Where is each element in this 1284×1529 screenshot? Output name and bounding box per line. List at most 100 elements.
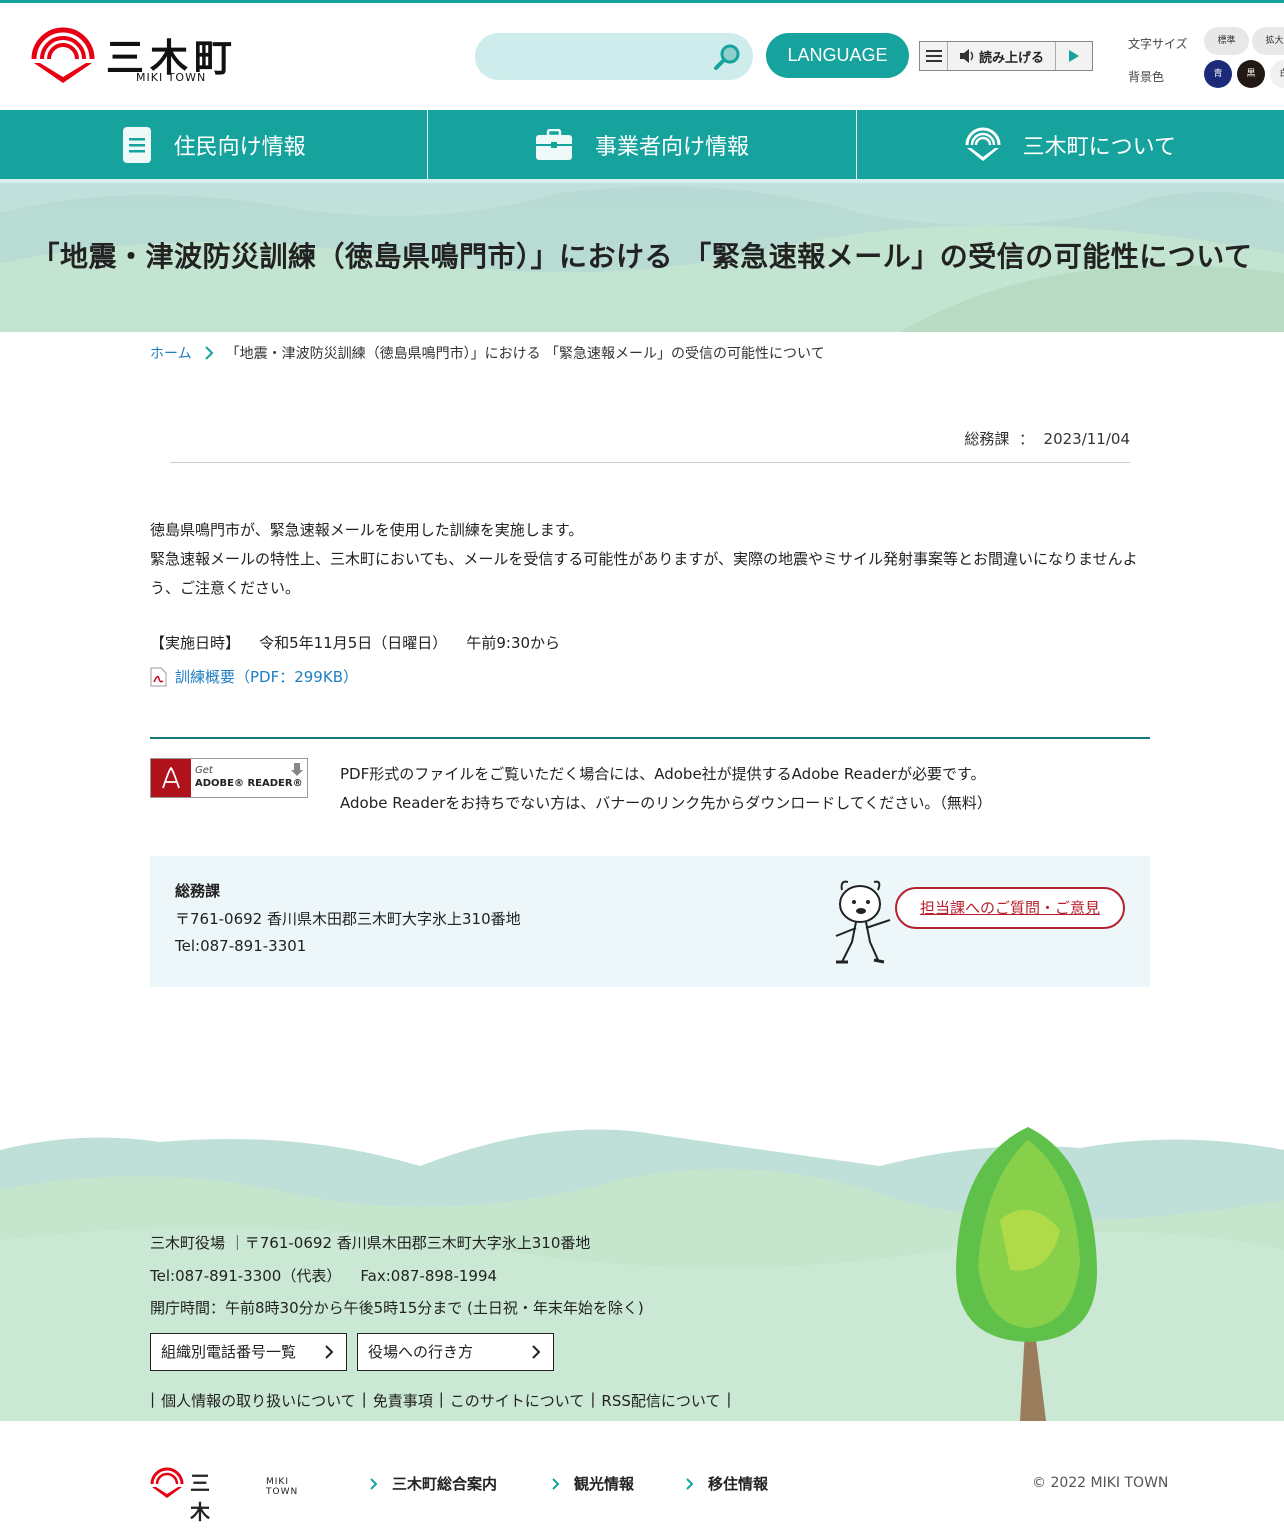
download-arrow-icon (291, 763, 303, 776)
language-button[interactable]: LANGUAGE (766, 33, 909, 78)
pdf-attachment: 訓練概要（PDF：299KB） (150, 666, 358, 687)
play-icon[interactable] (1056, 42, 1092, 70)
font-size-large-button[interactable]: 拡大 (1252, 27, 1284, 55)
contact-department: 総務課 (175, 882, 221, 900)
page-hero: 「地震・津波防災訓練（徳島県鳴門市）」における 「緊急速報メール」の受信の可能性… (0, 183, 1284, 332)
link-separator: | (590, 1390, 596, 1408)
town-emblem-icon (31, 27, 95, 83)
site-logo[interactable]: 三木町 MIKI TOWN (30, 25, 245, 87)
page-title: 「地震・津波防災訓練（徳島県鳴門市）」における 「緊急速報メール」の受信の可能性… (31, 240, 1253, 273)
adobe-reader-banner[interactable]: Get ADOBE® READER® (150, 758, 308, 798)
nav-label-about: 三木町について (1022, 134, 1176, 160)
publish-date: 2023/11/04 (1043, 430, 1130, 448)
footer-logo-subtext: MIKI TOWN (266, 1477, 299, 1497)
chevron-right-icon (686, 1477, 694, 1490)
footer-bottom-link-guide[interactable]: 三木町総合案内 (370, 1473, 497, 1494)
footer-access-button[interactable]: 役場への行き方 (357, 1333, 554, 1371)
pdf-download-link[interactable]: 訓練概要（PDF：299KB） (175, 666, 358, 687)
department-label: 総務課 (964, 430, 1010, 448)
link-separator: | (726, 1390, 732, 1408)
footer-bottom-bar: 三木町 MIKI TOWN 三木町総合案内 観光情報 移住情報 © 2022 M… (0, 1421, 1284, 1529)
event-date-value: 令和5年11月5日（日曜日） (259, 634, 448, 652)
footer-button-label: 組織別電話番号一覧 (161, 1343, 297, 1361)
adobe-get-label: Get (195, 765, 213, 776)
body-paragraph: 徳島県鳴門市が、緊急速報メールを使用した訓練を実施します。 (150, 521, 584, 539)
global-nav: 住民向け情報 事業者向け情報 三木町について (0, 110, 1284, 179)
read-aloud-bar: 読み上げる (919, 41, 1093, 71)
bg-black-button[interactable]: 黒 (1237, 60, 1265, 88)
meta-separator: ： (1014, 430, 1039, 448)
footer-link-disclaimer[interactable]: 免責事項 (373, 1390, 433, 1411)
breadcrumb: ホーム 「地震・津波防災訓練（徳島県鳴門市）」における 「緊急速報メール」の受信… (150, 343, 825, 363)
briefcase-icon (535, 128, 572, 160)
footer-link-about-site[interactable]: このサイトについて (450, 1390, 585, 1411)
link-separator: | (438, 1390, 444, 1408)
footer-link-list: | 個人情報の取り扱いについて | 免責事項 | このサイトについて | RSS… (150, 1390, 731, 1411)
chevron-right-icon (532, 1345, 541, 1359)
event-time-value: 午前9:30から (466, 634, 561, 652)
article-body: 徳島県鳴門市が、緊急速報メールを使用した訓練を実施します。 緊急速報メールの特性… (150, 516, 1150, 603)
footer-fax: Fax:087-898-1994 (360, 1267, 498, 1285)
speaker-icon (959, 49, 974, 63)
body-paragraph: 緊急速報メールの特性上、三木町においても、メールを受信する可能性がありますが、実… (150, 550, 1138, 597)
breadcrumb-current: 「地震・津波防災訓練（徳島県鳴門市）」における 「緊急速報メール」の受信の可能性… (225, 346, 825, 362)
read-aloud-label: 読み上げる (978, 50, 1044, 66)
footer-address: 三木町役場 ｜〒761-0692 香川県木田郡三木町大字氷上310番地 (150, 1234, 591, 1252)
chevron-right-icon (325, 1345, 334, 1359)
adobe-notice-line: PDF形式のファイルをご覧いただく場合には、Adobe社が提供するAdobe R… (340, 765, 986, 783)
footer-landscape (0, 1100, 1284, 1421)
search-icon[interactable] (711, 41, 743, 73)
footer-bottom-link-relocation[interactable]: 移住情報 (686, 1473, 768, 1494)
nav-label-business: 事業者向け情報 (594, 134, 749, 160)
search-input[interactable] (475, 33, 753, 80)
pdf-icon (150, 667, 167, 686)
chevron-right-icon (370, 1477, 378, 1490)
bg-blue-button[interactable]: 青 (1204, 60, 1232, 88)
copyright: © 2022 MIKI TOWN (1032, 1475, 1169, 1491)
adobe-name-label: ADOBE® READER® (195, 778, 303, 789)
bg-white-button[interactable]: 白 (1270, 60, 1284, 88)
article-meta: 総務課 ： 2023/11/04 (170, 428, 1130, 449)
contact-tel: Tel:087-891-3301 (175, 937, 307, 955)
footer-bottom-link-tourism[interactable]: 観光情報 (552, 1473, 634, 1494)
footer-logo-text: 三木町 (190, 1471, 214, 1524)
footer-bottom-link-label: 三木町総合案内 (392, 1475, 498, 1493)
footer-bottom-link-label: 観光情報 (574, 1475, 635, 1493)
nav-item-business[interactable]: 事業者向け情報 (428, 110, 857, 179)
footer-button-label: 役場への行き方 (368, 1343, 474, 1361)
nav-item-about[interactable]: 三木町について (857, 110, 1284, 179)
nav-item-residents[interactable]: 住民向け情報 (0, 110, 429, 179)
footer-link-privacy[interactable]: 個人情報の取り扱いについて (161, 1390, 356, 1411)
read-aloud-button[interactable]: 読み上げる (948, 42, 1056, 70)
contact-inquiry-button[interactable]: 担当課へのご質問・ご意見 (895, 887, 1125, 929)
section-divider (150, 737, 1150, 739)
bg-color-label: 背景色 (1128, 70, 1165, 84)
event-date-label: 【実施日時】 (150, 634, 241, 652)
logo-subtext: MIKI TOWN (136, 71, 207, 84)
contact-box: 総務課 〒761-0692 香川県木田郡三木町大字氷上310番地 Tel:087… (150, 856, 1150, 987)
menu-icon[interactable] (920, 42, 948, 70)
font-size-standard-button[interactable]: 標準 (1204, 27, 1249, 55)
meta-divider (170, 462, 1130, 463)
document-icon (122, 126, 151, 163)
town-emblem-icon (965, 127, 1001, 161)
footer-hours: 開庁時間：午前8時30分から午後5時15分まで (土日祝・年末年始を除く) (150, 1299, 644, 1317)
event-date: 【実施日時】 令和5年11月5日（日曜日） 午前9:30から (150, 632, 560, 653)
mascot-character-icon (835, 880, 891, 964)
footer-phone-list-button[interactable]: 組織別電話番号一覧 (150, 1333, 347, 1371)
adobe-logo-icon (162, 766, 180, 789)
town-emblem-icon (150, 1467, 184, 1498)
link-separator: | (361, 1390, 367, 1408)
breadcrumb-home-link[interactable]: ホーム (150, 343, 192, 363)
font-size-label: 文字サイズ (1128, 37, 1188, 51)
footer-link-rss[interactable]: RSS配信について (601, 1390, 720, 1411)
site-header: 三木町 MIKI TOWN LANGUAGE 読み上げる 文字サイズ 標準 拡大… (0, 3, 1284, 110)
link-separator: | (150, 1390, 156, 1408)
footer-tel: Tel:087-891-3300（代表） (150, 1267, 342, 1285)
adobe-notice: PDF形式のファイルをご覧いただく場合には、Adobe社が提供するAdobe R… (340, 760, 992, 818)
chevron-right-icon (552, 1477, 560, 1490)
adobe-notice-line: Adobe Readerをお持ちでない方は、バナーのリンク先からダウンロードして… (340, 794, 992, 812)
footer-contact: Tel:087-891-3300（代表） Fax:087-898-1994 (150, 1265, 497, 1286)
nav-label-residents: 住民向け情報 (173, 134, 306, 160)
contact-address: 〒761-0692 香川県木田郡三木町大字氷上310番地 (175, 910, 521, 928)
